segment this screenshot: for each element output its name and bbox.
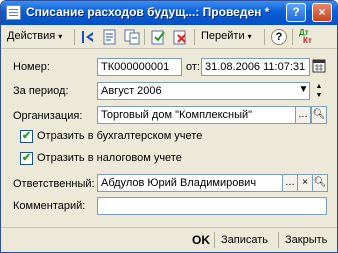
chevron-down-icon: ▾ (247, 32, 252, 41)
actions-menu[interactable]: Действия ▾ (7, 30, 62, 42)
period-spinner[interactable]: ▲ ▼ (312, 82, 326, 100)
comment-input[interactable] (97, 197, 327, 215)
period-label: За период: (13, 85, 69, 97)
copy-document-icon[interactable] (124, 29, 140, 45)
document-structure-icon[interactable] (102, 29, 118, 45)
footer-bar: OK Записать Закрыть (1, 227, 337, 252)
actions-menu-label: Действия (7, 30, 56, 42)
toolbar-separator (264, 29, 265, 45)
clear-icon[interactable]: × (297, 174, 313, 192)
organization-select-button[interactable]: … (295, 106, 311, 124)
title-bar[interactable]: Списание расходов будущ...: Проведен * ?… (1, 1, 337, 25)
goto-menu-label: Перейти (201, 30, 245, 42)
ok-button[interactable]: OK (192, 233, 210, 247)
toolbar-separator (194, 29, 195, 45)
document-icon (6, 5, 21, 20)
document-window: Списание расходов будущ...: Проведен * ?… (0, 0, 338, 253)
organization-label: Организация: (13, 110, 83, 122)
period-select[interactable]: Август 2006 (97, 82, 310, 100)
responsible-select-button[interactable]: … (282, 174, 298, 192)
go-to-start-icon[interactable] (80, 29, 96, 45)
organization-input[interactable]: Торговый дом "Комплексный" (97, 106, 310, 124)
goto-menu[interactable]: Перейти ▾ (201, 30, 252, 42)
close-button[interactable]: Закрыть (285, 234, 327, 246)
toolbar-separator (292, 29, 293, 45)
footer-separator (278, 232, 279, 248)
footer-separator (214, 232, 215, 248)
spinner-down-icon[interactable]: ▼ (312, 91, 326, 100)
toolbar-separator (74, 29, 75, 45)
accounting-label: Отразить в бухгалтерском учете (37, 130, 203, 142)
post-document-icon[interactable] (150, 29, 166, 45)
chevron-down-icon: ▾ (58, 32, 63, 41)
toolbar-separator (144, 29, 145, 45)
number-input[interactable]: ТК000000001 (97, 58, 182, 76)
calendar-icon[interactable] (312, 59, 327, 74)
comment-label: Комментарий: (13, 200, 86, 212)
accounting-checkbox[interactable]: ✔ (20, 130, 33, 143)
responsible-label: Ответственный: (13, 178, 95, 190)
unpost-document-icon[interactable] (172, 29, 188, 45)
spinner-up-icon[interactable]: ▲ (312, 82, 326, 91)
title-help-button[interactable]: ? (286, 3, 306, 22)
dt-kt-icon[interactable]: Дт Кт (299, 29, 317, 45)
date-label: от: (186, 61, 200, 73)
responsible-input[interactable]: Абдулов Юрий Владимирович (97, 174, 297, 192)
number-label: Номер: (13, 61, 50, 73)
period-dropdown-icon[interactable]: ▼ (297, 82, 310, 100)
save-button[interactable]: Записать (221, 234, 268, 246)
search-icon[interactable]: 🔍︎ (311, 106, 327, 124)
window-title: Списание расходов будущ...: Проведен * (26, 5, 270, 19)
title-close-button[interactable]: × (312, 3, 332, 22)
tax-checkbox[interactable]: ✔ (20, 152, 33, 165)
date-input[interactable]: 31.08.2006 11:07:31 (201, 58, 310, 76)
tax-label: Отразить в налоговом учете (37, 152, 182, 164)
search-icon[interactable]: 🔍︎ (312, 174, 328, 192)
toolbar: Действия ▾ Перейти ▾ ? Дт Кт (1, 26, 337, 49)
kt-label: Кт (303, 36, 312, 45)
help-icon[interactable]: ? (271, 29, 287, 45)
